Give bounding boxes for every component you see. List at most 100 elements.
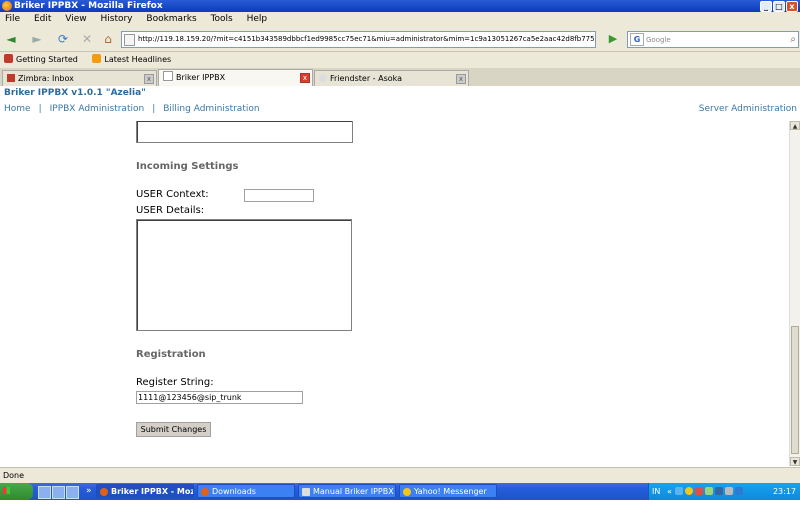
- network-icon[interactable]: [715, 487, 724, 495]
- user-context-label: USER Context:: [136, 189, 209, 200]
- yahoo-messenger-icon: [403, 488, 411, 496]
- firefox-icon: [100, 488, 108, 496]
- url-text: http://119.18.159.20/?mit=c4151b343589db…: [138, 35, 596, 43]
- nav-billing-admin-link[interactable]: Billing Administration: [163, 104, 259, 114]
- search-bar[interactable]: G Google ⌕: [627, 31, 799, 48]
- tray-icon[interactable]: [675, 487, 684, 495]
- registration-heading: Registration: [136, 349, 206, 360]
- go-button[interactable]: ▶: [606, 31, 620, 46]
- document-icon: [302, 488, 310, 496]
- windows-flag-icon: [3, 487, 10, 494]
- nav-server-admin-link[interactable]: Server Administration: [699, 104, 797, 114]
- bookmark-label: Latest Headlines: [104, 55, 172, 64]
- user-context-input[interactable]: [244, 189, 314, 202]
- show-desktop-icon[interactable]: [38, 486, 51, 499]
- bookmark-latest-headlines[interactable]: Latest Headlines: [92, 52, 171, 68]
- tab-label: Briker IPPBX: [176, 73, 226, 82]
- nav-ippbx-admin-link[interactable]: IPPBX Administration: [50, 104, 145, 114]
- menu-edit[interactable]: Edit: [34, 12, 51, 27]
- navigation-toolbar: ◄ ► ⟳ ✕ ⌂ http://119.18.159.20/?mit=c415…: [0, 27, 800, 52]
- tray-icon[interactable]: [735, 487, 744, 495]
- window-title-bar: Briker IPPBX - Mozilla Firefox _ □ x: [0, 0, 800, 12]
- nav-home-link[interactable]: Home: [4, 104, 31, 114]
- url-bar[interactable]: http://119.18.159.20/?mit=c4151b343589db…: [121, 31, 596, 48]
- search-engine-icon[interactable]: G: [630, 33, 644, 46]
- clock: 23:17: [772, 487, 796, 496]
- home-button[interactable]: ⌂: [99, 30, 117, 48]
- scroll-up-arrow[interactable]: ▲: [790, 121, 800, 130]
- taskbar-item-label: Yahoo! Messenger: [414, 487, 487, 496]
- tab-zimbra-inbox[interactable]: Zimbra: Inbox x: [2, 70, 157, 86]
- menu-bookmarks[interactable]: Bookmarks: [146, 12, 196, 27]
- user-details-textarea[interactable]: [136, 219, 352, 331]
- system-tray: « 23:17: [648, 483, 800, 500]
- window-title: Briker IPPBX - Mozilla Firefox: [14, 1, 163, 11]
- taskbar-item-label: Manual Briker IPPBX - Op...: [313, 487, 395, 496]
- page-icon: [124, 34, 135, 46]
- user-details-label: USER Details:: [136, 205, 205, 216]
- tab-label: Friendster - Asoka: [330, 74, 403, 83]
- tab-close-icon[interactable]: x: [456, 74, 466, 84]
- menu-history[interactable]: History: [100, 12, 132, 27]
- quicklaunch-icon[interactable]: [66, 486, 79, 499]
- vertical-scrollbar[interactable]: ▲ ▼: [789, 121, 800, 466]
- bookmark-label: Getting Started: [16, 55, 78, 64]
- rss-icon: [92, 54, 102, 63]
- back-button[interactable]: ◄: [2, 30, 20, 48]
- menu-view[interactable]: View: [65, 12, 86, 27]
- taskbar: Start » Briker IPPBX - Mozill... Downloa…: [0, 483, 800, 513]
- friendster-icon: [319, 74, 327, 82]
- nav-separator: |: [152, 104, 156, 114]
- scroll-down-arrow[interactable]: ▼: [790, 457, 800, 466]
- scroll-thumb[interactable]: [791, 326, 799, 454]
- app-title: Briker IPPBX v1.0.1 "Azelia": [4, 88, 146, 98]
- taskbar-item-firefox[interactable]: Briker IPPBX - Mozill...: [96, 484, 194, 498]
- tray-icon[interactable]: [705, 487, 714, 495]
- bookmarks-toolbar: Getting Started Latest Headlines: [0, 52, 800, 68]
- menu-tools[interactable]: Tools: [211, 12, 233, 27]
- taskbar-item-label: Downloads: [212, 487, 256, 496]
- yahoo-tray-icon[interactable]: [685, 487, 694, 495]
- reload-button[interactable]: ⟳: [54, 30, 72, 48]
- nav-separator: |: [38, 104, 42, 114]
- quicklaunch-chevron[interactable]: »: [86, 483, 92, 500]
- volume-icon[interactable]: [725, 487, 734, 495]
- status-bar: Done: [0, 467, 800, 484]
- zimbra-icon: [7, 74, 15, 82]
- bookmark-getting-started[interactable]: Getting Started: [4, 52, 78, 68]
- minimize-button[interactable]: _: [760, 1, 772, 12]
- quicklaunch-icon[interactable]: [52, 486, 65, 499]
- tray-chevron[interactable]: «: [667, 487, 672, 496]
- close-window-button[interactable]: x: [786, 1, 798, 12]
- start-label: Start: [0, 503, 26, 513]
- menu-bar: File Edit View History Bookmarks Tools H…: [0, 12, 800, 27]
- register-string-input[interactable]: 1111@123456@sip_trunk: [136, 391, 303, 404]
- language-indicator[interactable]: IN: [652, 483, 660, 500]
- page-icon: [163, 71, 173, 81]
- bookmark-icon: [4, 54, 13, 63]
- menu-file[interactable]: File: [5, 12, 20, 27]
- maximize-button[interactable]: □: [773, 1, 785, 12]
- firefox-icon: [201, 488, 209, 496]
- search-icon[interactable]: ⌕: [790, 32, 796, 47]
- taskbar-item-yahoo[interactable]: Yahoo! Messenger: [399, 484, 497, 498]
- tray-icon[interactable]: [695, 487, 704, 495]
- tab-briker-ippbx[interactable]: Briker IPPBX x: [158, 69, 313, 87]
- stop-button[interactable]: ✕: [78, 30, 96, 48]
- previous-textarea[interactable]: [136, 121, 353, 143]
- menu-help[interactable]: Help: [247, 12, 268, 27]
- taskbar-item-manual[interactable]: Manual Briker IPPBX - Op...: [298, 484, 396, 498]
- forward-button[interactable]: ►: [28, 30, 46, 48]
- tab-bar: Zimbra: Inbox x Briker IPPBX x Friendste…: [0, 68, 800, 87]
- tab-friendster[interactable]: Friendster - Asoka x: [314, 70, 469, 86]
- tab-close-icon[interactable]: x: [144, 74, 154, 84]
- submit-changes-button[interactable]: Submit Changes: [136, 422, 211, 437]
- taskbar-item-downloads[interactable]: Downloads: [197, 484, 295, 498]
- start-button[interactable]: Start: [0, 483, 33, 513]
- page-content: Briker IPPBX v1.0.1 "Azelia" Home | IPPBX …: [0, 86, 800, 467]
- tab-close-icon[interactable]: x: [300, 73, 310, 83]
- incoming-settings-heading: Incoming Settings: [136, 161, 239, 172]
- search-placeholder: Google: [646, 36, 671, 44]
- register-string-label: Register String:: [136, 377, 214, 388]
- status-text: Done: [3, 471, 25, 480]
